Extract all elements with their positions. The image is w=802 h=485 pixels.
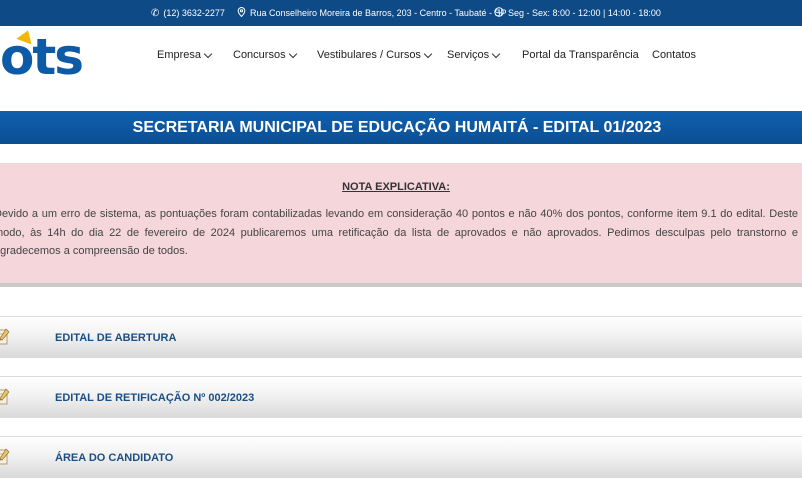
- phone-info[interactable]: ✆ (12) 3632-2277: [151, 0, 225, 26]
- nav-item-contatos[interactable]: Contatos: [652, 49, 696, 61]
- nav-item-empresa[interactable]: Empresa: [157, 49, 213, 61]
- chevron-down-icon: [491, 49, 501, 58]
- document-icon: [0, 388, 10, 406]
- top-info-bar: ✆ (12) 3632-2277 Rua Conselheiro Moreira…: [0, 0, 802, 26]
- clock-icon: [494, 6, 504, 20]
- address-text: Rua Conselheiro Moreira de Barros, 203 -…: [250, 8, 507, 18]
- note-text: Devido a um erro de sistema, as pontuaçõ…: [0, 208, 798, 257]
- document-icon: [0, 448, 10, 466]
- nav-item-portal-transparencia[interactable]: Portal da Transparência: [522, 49, 639, 61]
- phone-icon: ✆: [151, 7, 160, 19]
- hours-info: Seg - Sex: 8:00 - 12:00 | 14:00 - 18:00: [494, 0, 661, 26]
- map-pin-icon: [237, 6, 246, 20]
- accordion-item-edital-abertura[interactable]: EDITAL DE ABERTURA: [0, 316, 802, 358]
- accordion-item-area-candidato[interactable]: ÁREA DO CANDIDATO: [0, 436, 802, 478]
- nav-label: Vestibulares / Cursos: [317, 49, 421, 61]
- note-title: NOTA EXPLICATIVA:: [342, 181, 450, 193]
- main-nav: Empresa Concursos Vestibulares / Cursos …: [0, 26, 802, 84]
- nav-item-servicos[interactable]: Serviços: [447, 49, 501, 61]
- nav-label: Empresa: [157, 49, 202, 61]
- address-info[interactable]: Rua Conselheiro Moreira de Barros, 203 -…: [237, 0, 506, 26]
- accordion-label: ÁREA DO CANDIDATO: [55, 452, 174, 464]
- hours-text: Seg - Sex: 8:00 - 12:00 | 14:00 - 18:00: [508, 8, 661, 18]
- nav-label: Portal da Transparência: [522, 49, 639, 61]
- nav-label: Concursos: [233, 49, 286, 61]
- chevron-down-icon: [288, 49, 297, 58]
- nav-label: Contatos: [652, 49, 697, 61]
- chevron-down-icon: [203, 49, 213, 58]
- accordion-label: EDITAL DE ABERTURA: [55, 332, 177, 344]
- nav-label: Serviços: [447, 49, 490, 61]
- nav-item-vestibulares[interactable]: Vestibulares / Cursos: [317, 49, 433, 61]
- page-title: SECRETARIA MUNICIPAL DE EDUCAÇÃO HUMAITÁ…: [132, 118, 662, 136]
- phone-text: (12) 3632-2277: [163, 8, 225, 18]
- page-title-bar: SECRETARIA MUNICIPAL DE EDUCAÇÃO HUMAITÁ…: [0, 111, 802, 144]
- chevron-down-icon: [423, 49, 433, 58]
- accordion-item-edital-retificacao[interactable]: EDITAL DE RETIFICAÇÃO Nº 002/2023: [0, 376, 802, 418]
- document-icon: [0, 328, 10, 346]
- nav-item-concursos[interactable]: Concursos: [233, 49, 297, 61]
- accordion-label: EDITAL DE RETIFICAÇÃO Nº 002/2023: [55, 392, 255, 404]
